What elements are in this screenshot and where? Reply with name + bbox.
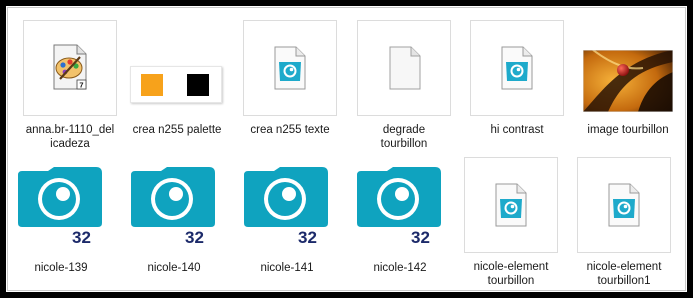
size-badge: 32 <box>411 228 430 247</box>
file-label-line1: crea n255 texte <box>250 124 330 136</box>
file-label-line1: anna.br-1110_del <box>25 124 115 136</box>
camera-32-icon <box>357 167 447 247</box>
size-badge: 32 <box>298 228 317 247</box>
file-label-line1: nicole-140 <box>147 262 201 274</box>
file-label-line2: tourbillon <box>487 275 535 287</box>
thumbnail-frame <box>577 157 671 253</box>
image-document-icon <box>495 183 527 227</box>
file-label-line1: nicole-element <box>473 261 549 273</box>
image-document-icon <box>274 46 306 90</box>
svg-text:7: 7 <box>79 81 83 90</box>
file-label-line1: degrade <box>382 124 426 136</box>
file-label-line1: crea n255 palette <box>132 124 222 136</box>
file-label-line1: nicole-element <box>586 261 662 273</box>
camera-32-icon <box>18 167 108 247</box>
blank-document-icon <box>389 46 421 90</box>
thumbnail-frame <box>357 20 451 116</box>
file-label-line1: nicole-141 <box>260 262 314 274</box>
thumbnail-frame <box>243 20 337 116</box>
psp-tube-file-icon: 7 <box>53 44 87 90</box>
palette-thumbnail <box>130 66 222 103</box>
file-label-line2: tourbillon1 <box>597 275 651 287</box>
thumbnail-frame <box>470 20 564 116</box>
file-label-line2: tourbillon <box>380 138 428 150</box>
camera-32-icon <box>131 167 221 247</box>
image-document-icon <box>608 183 640 227</box>
camera-32-icon <box>244 167 334 247</box>
thumbnail-frame: 7 <box>23 20 117 116</box>
file-label-line1: nicole-139 <box>34 262 88 274</box>
image-document-icon <box>501 46 533 90</box>
file-label-line1: nicole-142 <box>373 262 427 274</box>
file-label-line1: image tourbillon <box>587 124 669 136</box>
file-label-line1: hi contrast <box>490 124 544 136</box>
palette-swatch-orange <box>141 74 163 96</box>
photo-thumbnail-icon <box>583 50 673 112</box>
file-label-line2: icadeza <box>50 138 90 150</box>
palette-swatch-black <box>187 74 209 96</box>
size-badge: 32 <box>72 228 91 247</box>
size-badge: 32 <box>185 228 204 247</box>
thumbnail-frame <box>464 157 558 253</box>
file-view: 7 anna.br-1110_del icadeza crea n255 pal… <box>7 7 686 291</box>
